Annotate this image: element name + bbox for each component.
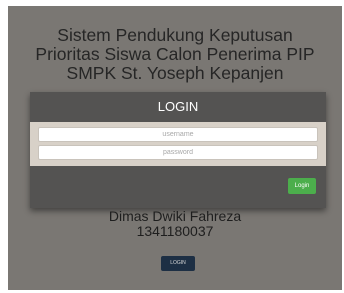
login-panel-footer: Login [30, 166, 326, 208]
password-input[interactable] [38, 145, 318, 160]
app-title: Sistem Pendukung Keputusan Prioritas Sis… [8, 26, 342, 83]
login-form-body [30, 122, 326, 166]
login-panel-header: LOGIN [30, 92, 326, 122]
open-login-button[interactable]: LOGIN [161, 256, 195, 271]
app-title-line-1: Sistem Pendukung Keputusan [57, 25, 293, 45]
app-title-line-3: SMPK St. Yoseph Kepanjen [66, 63, 284, 83]
app-title-line-2: Prioritas Siswa Calon Penerima PIP [35, 44, 315, 64]
login-panel: LOGIN Login [30, 92, 326, 208]
author-id: 1341180037 [136, 223, 214, 239]
username-input[interactable] [38, 127, 318, 142]
author-info: Dimas Dwiki Fahreza 1341180037 [8, 209, 342, 239]
author-name: Dimas Dwiki Fahreza [108, 208, 242, 224]
login-submit-button[interactable]: Login [288, 178, 316, 194]
